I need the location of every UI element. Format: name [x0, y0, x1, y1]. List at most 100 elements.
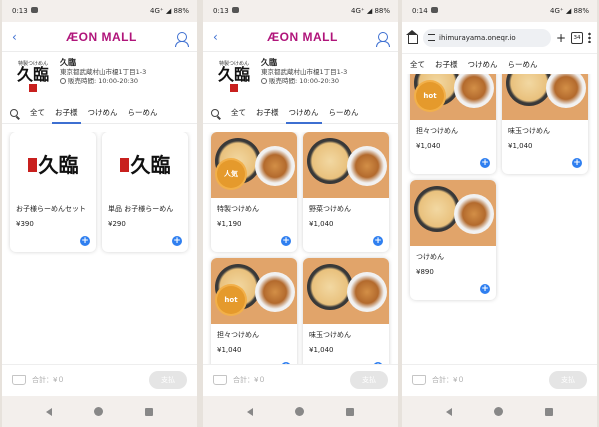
tab-category[interactable]: お子様	[435, 54, 458, 76]
system-nav-bar	[2, 396, 197, 427]
product-card[interactable]: 久臨 単品 お子様らーめん ¥290 +	[102, 132, 188, 252]
notification-icon	[430, 7, 438, 13]
product-card[interactable]: hot担々つけめん¥1,040+	[211, 258, 297, 364]
nav-home-icon[interactable]	[295, 407, 304, 416]
url-bar[interactable]: ihimurayama.oneqr.io	[423, 28, 551, 47]
product-name: 特製つけめん	[217, 205, 259, 213]
add-to-cart-button[interactable]: +	[80, 236, 90, 246]
pay-button[interactable]: 支払	[549, 370, 587, 389]
status-bar: 0:13 4G⁺ ◢ 88%	[2, 0, 197, 22]
brand-logo: 久臨	[27, 155, 79, 175]
cart-footer: 合計：¥０ 支払	[2, 364, 197, 394]
product-image: 久臨	[10, 132, 96, 198]
shop-details: 久臨 東京都武蔵村山市榎1丁目1-3 販売時間: 10:00-20:30	[261, 58, 347, 86]
tab-category[interactable]: お子様	[256, 102, 279, 124]
tab-category[interactable]: お子様	[52, 102, 80, 124]
product-grid: 人気 特製つけめん ¥1,190 + 野菜つけめん ¥1,040 + hot 担々つけめん ¥1,…	[203, 132, 398, 364]
account-icon[interactable]	[175, 31, 189, 47]
cart-icon[interactable]	[412, 374, 426, 385]
tab-category[interactable]: つけめん	[88, 102, 118, 124]
home-icon[interactable]	[406, 29, 418, 44]
status-right: 4G⁺ ◢ 88%	[550, 7, 589, 15]
soup-bowl-icon	[454, 194, 494, 234]
product-name: 担々つけめん	[217, 331, 259, 339]
tab-category[interactable]: 全て	[231, 102, 246, 124]
tab-category[interactable]: 全て	[30, 102, 45, 124]
product-name: 味玉つけめん	[309, 331, 351, 339]
clock-icon	[261, 78, 267, 84]
tab-category[interactable]: らーめん	[508, 54, 538, 76]
product-image: hot	[211, 258, 297, 324]
product-price: ¥1,190	[217, 220, 242, 228]
app-root: 0:13 4G⁺ ◢ 88% ‹ ÆON MALL 特製つけめん 久臨 久臨 東京都武蔵村山市…	[0, 0, 599, 427]
add-to-cart-button[interactable]: +	[172, 236, 182, 246]
product-card[interactable]: hot担々つけめん¥1,040+	[410, 74, 496, 174]
product-card[interactable]: 味玉つけめん¥1,040+	[303, 258, 389, 364]
app-header: ‹ ÆON MALL	[203, 22, 398, 52]
product-price: ¥290	[108, 220, 126, 228]
product-price: ¥1,040	[508, 142, 533, 150]
add-to-cart-button[interactable]: +	[373, 236, 383, 246]
tab-category[interactable]: らーめん	[329, 102, 359, 124]
seal-icon	[119, 158, 129, 172]
add-to-cart-button[interactable]: +	[572, 158, 582, 168]
soup-bowl-icon	[454, 74, 494, 108]
cart-icon[interactable]	[213, 374, 227, 385]
product-card[interactable]: 久臨お子様らーめんセット ¥390 +	[10, 132, 96, 252]
nav-home-icon[interactable]	[494, 407, 503, 416]
nav-home-icon[interactable]	[94, 407, 103, 416]
system-nav-bar	[402, 396, 597, 427]
browser-toolbar: ihimurayama.oneqr.io +34	[402, 22, 597, 54]
back-icon[interactable]: ‹	[12, 30, 26, 44]
status-left: 0:13	[213, 7, 239, 15]
cart-total: 合計：¥０	[432, 375, 465, 384]
noodle-bowl-icon	[414, 186, 460, 232]
notification-icon	[231, 7, 239, 13]
brand-logo-mark: 久臨	[130, 153, 171, 177]
cart-icon[interactable]	[12, 374, 26, 385]
product-price: ¥890	[416, 268, 434, 276]
soup-bowl-icon	[347, 272, 387, 312]
pay-button[interactable]: 支払	[350, 370, 388, 389]
product-price: ¥390	[16, 220, 34, 228]
back-icon[interactable]: ‹	[213, 30, 227, 44]
product-grid: 久臨 お子様らーめんセット ¥390 + 久臨 単品 お子様らーめん ¥290 +	[2, 132, 197, 364]
tab-category[interactable]: 全て	[410, 54, 425, 76]
nav-recents-icon[interactable]	[346, 407, 354, 416]
status-left: 0:13	[12, 7, 38, 15]
search-icon[interactable]	[10, 108, 18, 117]
product-card[interactable]: 人気 特製つけめん ¥1,190 +	[211, 132, 297, 252]
nav-recents-icon[interactable]	[145, 407, 153, 416]
product-name: 担々つけめん	[416, 127, 458, 135]
noodle-bowl-icon	[307, 264, 353, 310]
phone-panel: 0:14 4G⁺ ◢ 88% ihimurayama.oneqr.io +34 全て お子…	[402, 0, 597, 427]
nav-back-icon[interactable]	[46, 407, 52, 416]
product-card[interactable]: つけめん ¥890 +	[410, 180, 496, 300]
url-text: ihimurayama.oneqr.io	[439, 33, 516, 42]
add-to-cart-button[interactable]: +	[480, 158, 490, 168]
status-time: 0:14	[412, 7, 428, 15]
site-settings-icon[interactable]	[428, 34, 435, 41]
product-card[interactable]: 野菜つけめん ¥1,040 +	[303, 132, 389, 252]
search-icon[interactable]	[211, 108, 219, 117]
shop-hours: 販売時間: 10:00-20:30	[68, 77, 139, 85]
account-icon[interactable]	[376, 31, 390, 47]
pay-button[interactable]: 支払	[149, 370, 187, 389]
tab-category[interactable]: つけめん	[285, 102, 322, 124]
tab-category[interactable]: らーめん	[128, 102, 158, 124]
add-to-cart-button[interactable]: +	[480, 284, 490, 294]
more-menu-icon[interactable]	[588, 32, 591, 43]
product-name: お子様らーめんセット	[16, 205, 86, 213]
add-to-cart-button[interactable]: +	[281, 236, 291, 246]
new-tab-icon[interactable]: +	[556, 31, 566, 45]
tab-count-button[interactable]: 34	[571, 31, 583, 44]
nav-recents-icon[interactable]	[545, 407, 553, 416]
tab-category[interactable]: つけめん	[464, 54, 501, 76]
brand-logo: 久臨	[119, 153, 171, 177]
nav-back-icon[interactable]	[446, 407, 452, 416]
soup-bowl-icon	[546, 74, 586, 108]
product-card[interactable]: 味玉つけめん¥1,040+	[502, 74, 588, 174]
soup-bowl-icon	[255, 146, 295, 186]
nav-back-icon[interactable]	[247, 407, 253, 416]
shop-details: 久臨 東京都武蔵村山市榎1丁目1-3 販売時間: 10:00-20:30	[60, 58, 146, 86]
